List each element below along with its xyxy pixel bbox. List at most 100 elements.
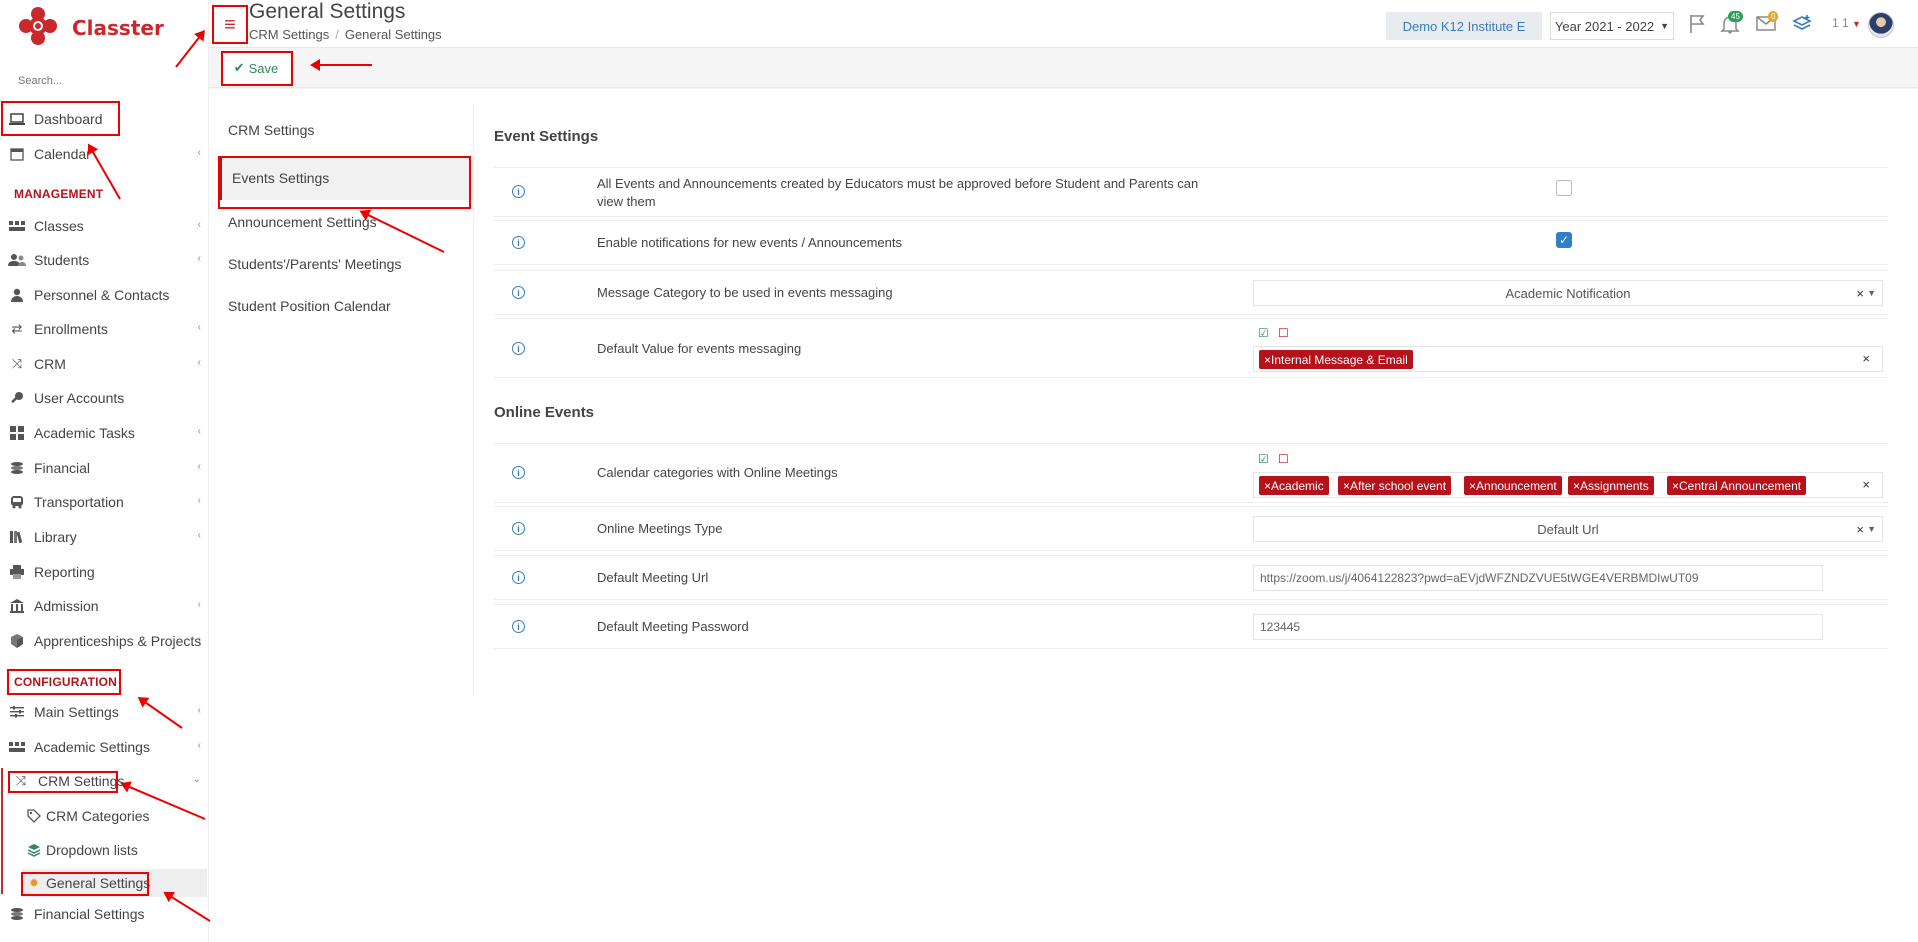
layers-icon — [26, 843, 42, 857]
clear-icon[interactable]: × — [1856, 522, 1864, 537]
classes-icon — [8, 740, 26, 754]
notify-checkbox[interactable]: ✓ — [1556, 232, 1572, 248]
sidebar-item-enrollments[interactable]: ⇄ Enrollments ‹ — [0, 314, 209, 344]
chevron-left-icon: ‹ — [197, 530, 201, 541]
approve-checkbox[interactable] — [1556, 180, 1572, 196]
info-icon[interactable]: i — [512, 236, 525, 249]
sidebar-item-admission[interactable]: Admission ‹ — [0, 591, 209, 621]
books-icon — [8, 530, 26, 544]
chevron-left-icon: ‹ — [197, 461, 201, 472]
sidebar-item-personnel[interactable]: Personnel & Contacts — [0, 280, 209, 310]
flag-icon[interactable] — [1688, 14, 1708, 39]
sidebar-item-label: Personnel & Contacts — [34, 287, 170, 303]
app-logo[interactable]: Classter — [18, 6, 164, 50]
deselect-all-icon[interactable]: ☐ — [1278, 326, 1289, 340]
sidebar-search-input[interactable] — [8, 68, 196, 94]
tag-chip[interactable]: × Internal Message & Email — [1259, 350, 1413, 369]
info-icon[interactable]: i — [512, 571, 525, 584]
sidebar-item-reporting[interactable]: Reporting — [0, 557, 209, 587]
sidebar-item-academic-tasks[interactable]: Academic Tasks ‹ — [0, 418, 209, 448]
sidebar-item-library[interactable]: Library ‹ — [0, 522, 209, 552]
tenant-selector[interactable]: Demo K12 Institute E — [1386, 12, 1542, 40]
sidebar-item-financial-settings[interactable]: Financial Settings — [0, 899, 209, 929]
annotation-box — [1, 101, 120, 136]
tag-chip[interactable]: × Assignments — [1568, 476, 1654, 495]
sidebar-item-classes[interactable]: Classes ‹ — [0, 211, 209, 241]
tag-chip[interactable]: × After school event — [1338, 476, 1452, 495]
sidebar-item-financial[interactable]: Financial ‹ — [0, 453, 209, 483]
sidebar-item-students[interactable]: Students ‹ — [0, 245, 209, 275]
bus-icon — [8, 495, 26, 509]
deselect-all-icon[interactable]: ☐ — [1278, 452, 1289, 466]
year-label: Year 2021 - 2022 — [1554, 18, 1655, 34]
avatar[interactable] — [1868, 12, 1894, 38]
default-value-tag-input[interactable]: × Internal Message & Email × — [1253, 346, 1883, 372]
sidebar: Classter Dashboard Calendar ‹ MANAGEMENT… — [0, 0, 209, 942]
institution-icon — [8, 599, 26, 613]
tag-chip[interactable]: × Academic — [1259, 476, 1329, 495]
sidebar-subitem-label: CRM Categories — [46, 808, 150, 824]
chevron-left-icon: ‹ — [197, 599, 201, 610]
users-icon — [8, 253, 26, 267]
annotation-arrow — [312, 64, 372, 66]
sidebar-subitem-crm-categories[interactable]: CRM Categories — [26, 802, 216, 830]
chevron-left-icon: ‹ — [197, 322, 201, 333]
sliders-icon — [8, 705, 26, 719]
tag-chip[interactable]: × Central Announcement — [1667, 476, 1807, 495]
key-icon — [8, 391, 26, 405]
setting-row-meetings-type: i Online Meetings Type Default Url × ▼ — [494, 506, 1888, 551]
breadcrumb-item: General Settings — [344, 27, 442, 42]
info-icon[interactable]: i — [512, 522, 525, 535]
sidebar-item-label: Financial — [34, 460, 91, 476]
info-icon[interactable]: i — [512, 342, 525, 355]
info-icon[interactable]: i — [512, 185, 525, 198]
meetings-type-select[interactable]: Default Url × ▼ — [1253, 516, 1883, 542]
chevron-down-icon: ⌄ — [192, 774, 201, 785]
setting-label: Message Category to be used in events me… — [597, 285, 893, 300]
tag-chip[interactable]: × Announcement — [1464, 476, 1562, 495]
meeting-password-input[interactable]: 123445 — [1253, 614, 1823, 640]
setting-row-default-value: i Default Value for events messaging ☑ ☐… — [494, 318, 1888, 378]
setting-label: Enable notifications for new events / An… — [597, 235, 902, 250]
sidebar-item-main-settings[interactable]: Main Settings ‹ — [0, 697, 209, 727]
clear-icon[interactable]: × — [1856, 286, 1864, 301]
sidebar-item-label: Transportation — [34, 494, 124, 510]
app-name: Classter — [72, 16, 164, 40]
select-all-icon[interactable]: ☑ — [1258, 326, 1269, 340]
settings-menu-crm[interactable]: CRM Settings — [218, 108, 473, 152]
sidebar-item-academic-settings[interactable]: Academic Settings ‹ — [0, 732, 209, 762]
tag-label: Central Announcement — [1679, 478, 1802, 493]
sidebar-item-label: Reporting — [34, 564, 95, 580]
tag-label: Academic — [1271, 478, 1324, 493]
select-value: Default Url — [1537, 521, 1599, 537]
info-icon[interactable]: i — [512, 466, 525, 479]
info-icon[interactable]: i — [512, 286, 525, 299]
caret-down-icon: ▼ — [1867, 524, 1876, 534]
year-selector[interactable]: Year 2021 - 2022 ▼ — [1550, 12, 1674, 40]
sidebar-item-crm[interactable]: ⤨ CRM ‹ — [0, 349, 209, 379]
coins-icon — [8, 907, 26, 921]
layers-plus-icon[interactable] — [1792, 14, 1812, 39]
sidebar-item-apprenticeships[interactable]: Apprenticeships & Projects ‹ — [0, 626, 209, 656]
clear-icon[interactable]: × — [1862, 351, 1870, 366]
setting-row-notify: i Enable notifications for new events / … — [494, 220, 1888, 265]
clear-icon[interactable]: × — [1862, 477, 1870, 492]
sidebar-item-user-accounts[interactable]: User Accounts — [0, 383, 209, 413]
settings-menu-position-calendar[interactable]: Student Position Calendar — [218, 284, 473, 328]
info-icon[interactable]: i — [512, 620, 525, 633]
calendar-categories-tag-input[interactable]: × Academic × After school event × Announcem… — [1253, 472, 1883, 498]
sidebar-subitem-dropdown-lists[interactable]: Dropdown lists — [26, 836, 216, 864]
annotation-box — [7, 669, 121, 695]
setting-row-approve: i All Events and Announcements created b… — [494, 167, 1888, 217]
sidebar-item-calendar[interactable]: Calendar ‹ — [0, 139, 209, 169]
user-menu[interactable]: 1 1 ▼ — [1832, 16, 1861, 30]
breadcrumb-item[interactable]: CRM Settings — [249, 27, 329, 42]
select-all-icon[interactable]: ☑ — [1258, 452, 1269, 466]
calendar-icon — [8, 147, 26, 161]
cube-icon — [8, 634, 26, 648]
meeting-url-input[interactable]: https://zoom.us/j/4064122823?pwd=aEVjdWF… — [1253, 565, 1823, 591]
chevron-left-icon: ‹ — [197, 426, 201, 437]
message-category-select[interactable]: Academic Notification × ▼ — [1253, 280, 1883, 306]
sidebar-item-label: Main Settings — [34, 704, 119, 720]
sidebar-item-transportation[interactable]: Transportation ‹ — [0, 487, 209, 517]
